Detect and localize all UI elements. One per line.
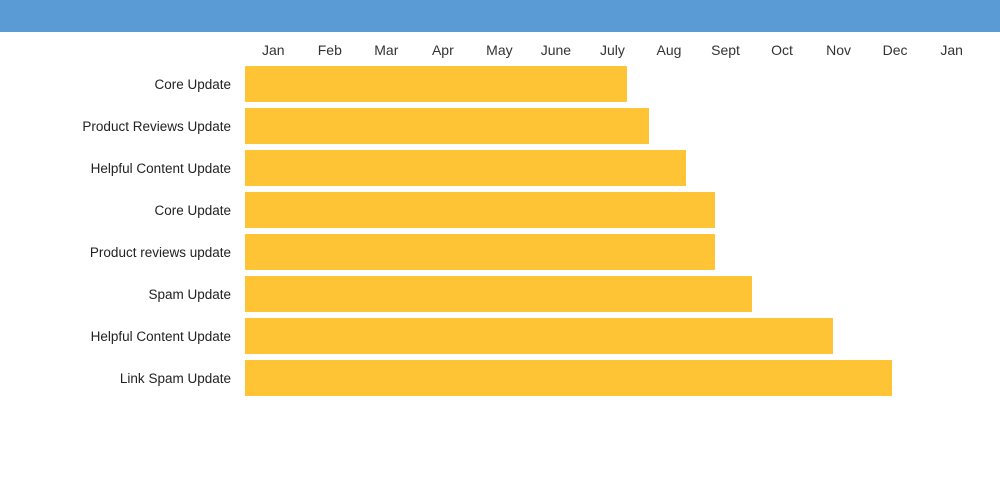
bar-fill — [245, 66, 627, 102]
bar-rows: Core Update Product Reviews Update Helpful… — [0, 66, 980, 402]
bar-container — [245, 234, 980, 270]
bar-fill — [245, 150, 686, 186]
bar-fill — [245, 318, 833, 354]
chart-area: JanFebMarAprMayJuneJulyAugSeptOctNovDecJ… — [0, 32, 1000, 412]
bar-label: Core Update — [0, 203, 245, 218]
bar-row: Link Spam Update — [0, 360, 980, 396]
bar-container — [245, 360, 980, 396]
bar-container — [245, 318, 980, 354]
bar-container — [245, 192, 980, 228]
month-label: July — [584, 42, 641, 58]
month-label: Feb — [302, 42, 359, 58]
month-label: Oct — [754, 42, 811, 58]
bar-label: Product reviews update — [0, 245, 245, 260]
month-label: Aug — [641, 42, 698, 58]
bar-label: Spam Update — [0, 287, 245, 302]
bar-fill — [245, 192, 715, 228]
month-label: June — [528, 42, 585, 58]
month-label: Sept — [697, 42, 754, 58]
bar-label: Helpful Content Update — [0, 161, 245, 176]
bar-fill — [245, 360, 892, 396]
bar-label: Helpful Content Update — [0, 329, 245, 344]
month-label: May — [471, 42, 528, 58]
bar-row: Spam Update — [0, 276, 980, 312]
bar-row: Helpful Content Update — [0, 150, 980, 186]
bar-fill — [245, 234, 715, 270]
month-label: Jan — [923, 42, 980, 58]
bar-container — [245, 150, 980, 186]
bar-row: Product Reviews Update — [0, 108, 980, 144]
bar-label: Link Spam Update — [0, 371, 245, 386]
month-axis: JanFebMarAprMayJuneJulyAugSeptOctNovDecJ… — [245, 42, 980, 58]
bar-row: Product reviews update — [0, 234, 980, 270]
bar-container — [245, 276, 980, 312]
bar-fill — [245, 276, 752, 312]
bar-container — [245, 66, 980, 102]
header — [0, 0, 1000, 32]
bar-fill — [245, 108, 649, 144]
bar-container — [245, 108, 980, 144]
bar-row: Helpful Content Update — [0, 318, 980, 354]
bar-label: Core Update — [0, 77, 245, 92]
month-label: Jan — [245, 42, 302, 58]
month-label: Mar — [358, 42, 415, 58]
bar-row: Core Update — [0, 66, 980, 102]
bar-label: Product Reviews Update — [0, 119, 245, 134]
bar-row: Core Update — [0, 192, 980, 228]
month-label: Dec — [867, 42, 924, 58]
month-label: Apr — [415, 42, 472, 58]
month-label: Nov — [810, 42, 867, 58]
